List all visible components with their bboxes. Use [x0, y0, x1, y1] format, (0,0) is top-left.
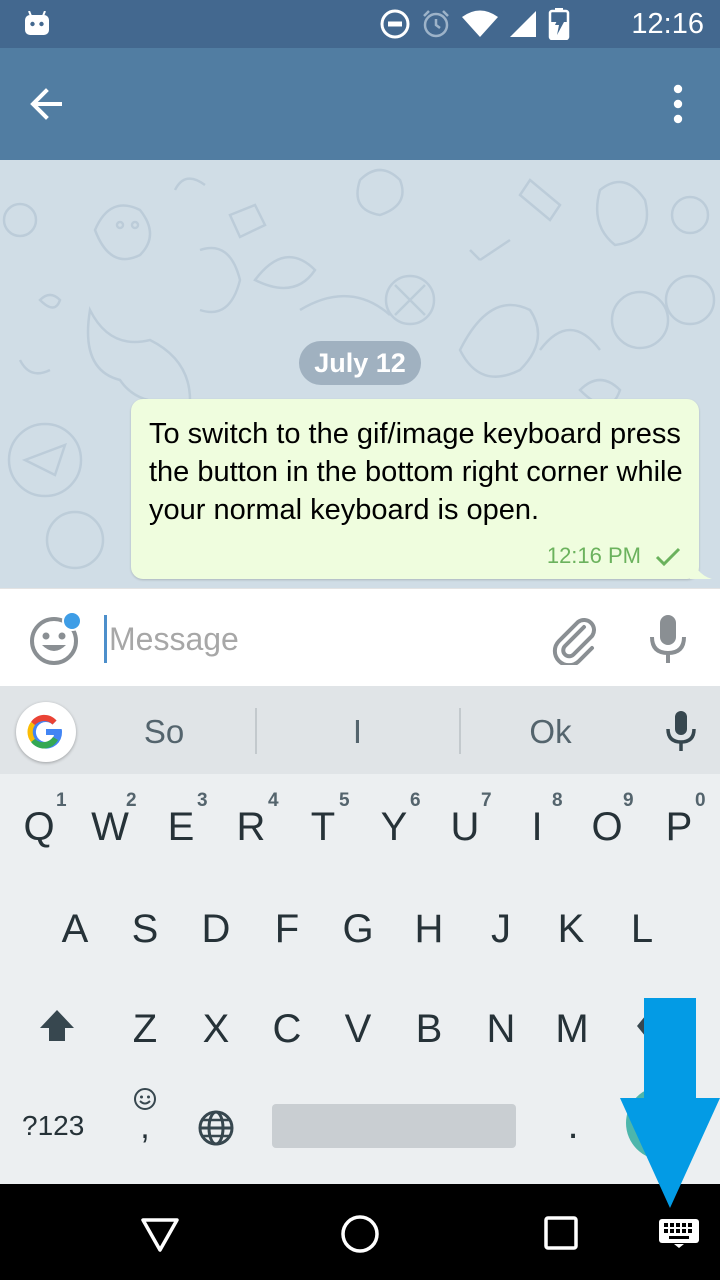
key-l[interactable]: L: [617, 904, 667, 954]
space-bar[interactable]: [272, 1104, 516, 1148]
navigation-bar: [0, 1184, 720, 1280]
nav-recents-icon[interactable]: [544, 1216, 578, 1250]
do-not-disturb-icon: [380, 9, 410, 39]
period-key[interactable]: .: [556, 1100, 590, 1150]
wifi-icon: [462, 10, 498, 37]
cell-signal-icon: [510, 11, 536, 37]
battery-charging-icon: [548, 8, 570, 40]
key-m[interactable]: M: [546, 1004, 598, 1054]
key-hint: 9: [623, 790, 634, 811]
key-d[interactable]: D: [191, 904, 241, 954]
key-hint: 4: [268, 790, 279, 811]
key-h[interactable]: H: [404, 904, 454, 954]
key-c[interactable]: C: [262, 1004, 312, 1054]
bubble-tail: [690, 550, 712, 579]
voice-message-icon[interactable]: [648, 613, 688, 665]
suggestion-strip: So I Ok: [0, 686, 720, 774]
key-g[interactable]: G: [333, 904, 383, 954]
chat-toolbar: [0, 48, 720, 160]
android-app-icon: [25, 11, 49, 35]
key-hint: 5: [339, 790, 350, 811]
clock: 12:16: [631, 8, 704, 40]
back-arrow-icon[interactable]: [22, 80, 70, 128]
suggestion-2[interactable]: I: [260, 686, 455, 774]
nav-home-icon[interactable]: [340, 1214, 380, 1254]
suggestion-1[interactable]: So: [80, 686, 248, 774]
date-separator: July 12: [299, 341, 421, 385]
pointer-arrow: [620, 998, 720, 1208]
key-z[interactable]: Z: [120, 1004, 170, 1054]
nav-back-icon[interactable]: [140, 1214, 180, 1254]
symbols-key[interactable]: ?123: [22, 1106, 84, 1146]
suggestion-3[interactable]: Ok: [463, 686, 638, 774]
more-options-icon[interactable]: [664, 82, 692, 126]
message-time: 12:16 PM: [546, 543, 641, 568]
outgoing-message-bubble[interactable]: To switch to the gif/image keyboard pres…: [131, 399, 699, 579]
chat-area[interactable]: July 12 To switch to the gif/image keybo…: [0, 160, 720, 588]
keyboard-mic-icon[interactable]: [664, 710, 698, 752]
read-check-icon: [655, 547, 681, 567]
comma-key[interactable]: ,: [128, 1102, 162, 1152]
status-bar: 12:16: [0, 0, 720, 48]
suggestion-divider: [255, 708, 257, 754]
message-input[interactable]: [104, 615, 524, 663]
globe-icon[interactable]: [196, 1108, 236, 1148]
key-k[interactable]: K: [546, 904, 596, 954]
soft-keyboard: So I Ok Q W E R T Y U I O P 1 2 3 4 5 6 …: [0, 686, 720, 1184]
google-logo-icon[interactable]: [16, 702, 76, 762]
key-hint: 7: [481, 790, 492, 811]
suggestion-divider: [459, 708, 461, 754]
notification-dot: [62, 611, 82, 631]
key-hint: 0: [695, 790, 706, 811]
key-b[interactable]: B: [404, 1004, 454, 1054]
key-a[interactable]: A: [50, 904, 100, 954]
key-x[interactable]: X: [191, 1004, 241, 1054]
key-s[interactable]: S: [120, 904, 170, 954]
key-v[interactable]: V: [333, 1004, 383, 1054]
key-hint: 1: [56, 790, 67, 811]
key-hint: 2: [126, 790, 137, 811]
key-hint: 8: [552, 790, 563, 811]
message-text: To switch to the gif/image keyboard pres…: [149, 418, 683, 526]
key-n[interactable]: N: [476, 1004, 526, 1054]
key-f[interactable]: F: [262, 904, 312, 954]
message-input-bar: [0, 588, 720, 686]
keyboard-switch-icon[interactable]: [658, 1218, 700, 1248]
shift-icon[interactable]: [38, 1008, 76, 1044]
attach-icon[interactable]: [548, 613, 600, 665]
key-j[interactable]: J: [476, 904, 526, 954]
key-hint: 6: [410, 790, 421, 811]
key-hint: 3: [197, 790, 208, 811]
alarm-icon: [423, 10, 449, 38]
